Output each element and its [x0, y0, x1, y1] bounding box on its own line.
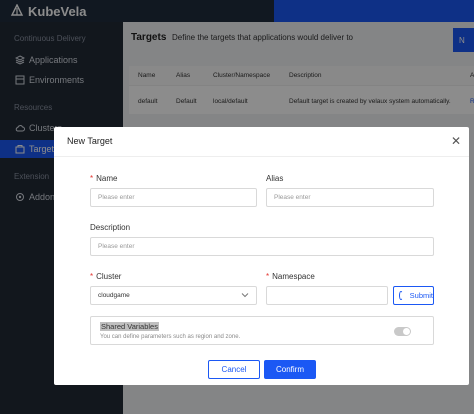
dialog-header: New Target ✕	[54, 127, 469, 157]
cluster-label-text: Cluster	[96, 272, 122, 281]
alias-label-text: Alias	[266, 174, 284, 183]
submit-label: Submit	[409, 291, 433, 300]
description-label-text: Description	[90, 223, 131, 232]
alias-input[interactable]	[266, 188, 434, 207]
cluster-label: * Cluster	[90, 272, 121, 281]
cluster-select-value: cloudgame	[98, 292, 130, 299]
shared-variables-toggle[interactable]	[394, 327, 411, 336]
required-mark: *	[90, 272, 94, 281]
description-input[interactable]	[90, 237, 434, 256]
name-input[interactable]	[90, 188, 257, 207]
cluster-select[interactable]: cloudgame	[90, 286, 257, 305]
new-target-dialog: New Target ✕ *Name Alias Description *Cl…	[54, 127, 469, 385]
namespace-submit-button[interactable]: Submit	[393, 286, 434, 305]
namespace-label-text: Namespace	[272, 272, 315, 281]
shared-variables-title: Shared Variables	[100, 322, 159, 331]
alias-label: Alias	[266, 174, 283, 183]
description-label: Description	[90, 223, 130, 232]
close-icon[interactable]: ✕	[449, 134, 463, 148]
name-label-text: Name	[96, 174, 118, 183]
shared-variables-panel: Shared Variables You can define paramete…	[90, 316, 434, 345]
loading-spinner-icon	[399, 291, 403, 300]
required-mark: *	[90, 174, 94, 183]
namespace-input[interactable]	[266, 286, 388, 305]
name-label: * Name	[90, 174, 117, 183]
chevron-down-icon	[241, 291, 249, 301]
shared-variables-description: You can define parameters such as region…	[100, 334, 241, 340]
namespace-label: * Namespace	[266, 272, 315, 281]
cancel-button[interactable]: Cancel	[208, 360, 260, 379]
dialog-title: New Target	[67, 136, 113, 146]
toggle-knob	[403, 328, 410, 335]
confirm-button[interactable]: Confirm	[264, 360, 316, 379]
required-mark: *	[266, 272, 270, 281]
